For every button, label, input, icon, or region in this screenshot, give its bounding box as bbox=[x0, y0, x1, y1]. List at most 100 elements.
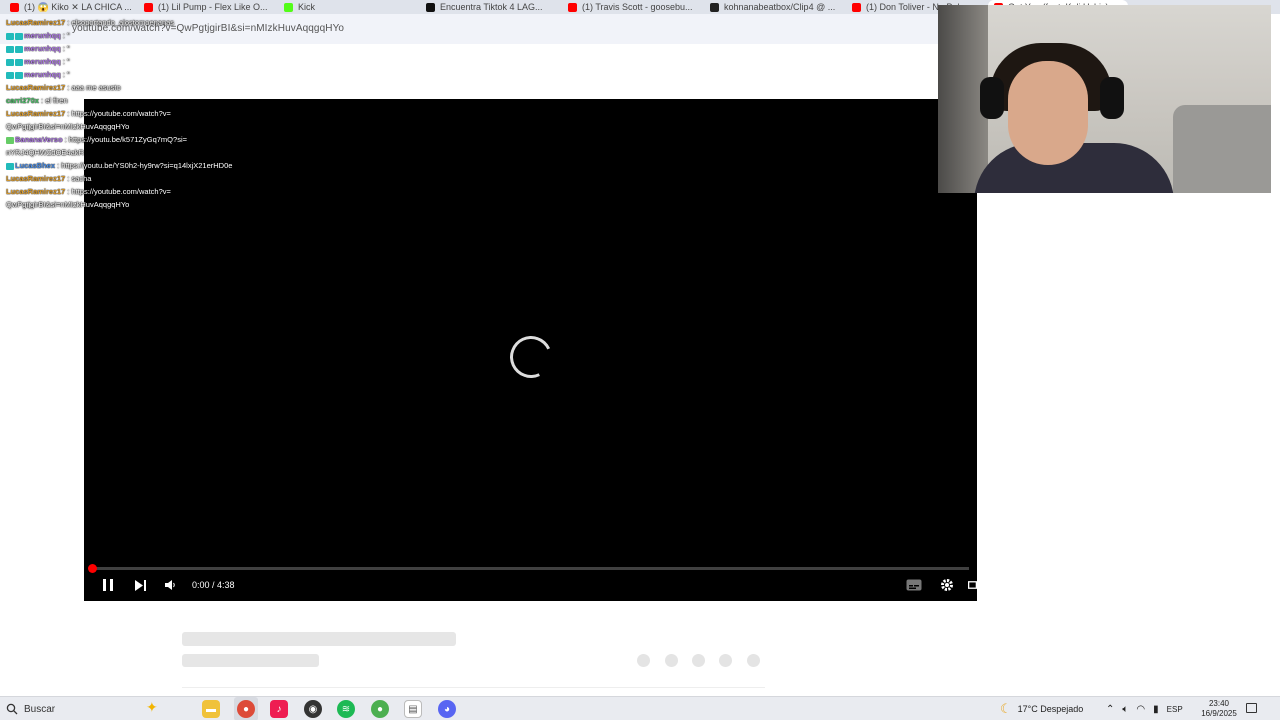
divider bbox=[182, 687, 765, 688]
tab-title: (1) Travis Scott - goosebu... bbox=[582, 2, 693, 12]
file-explorer-icon[interactable]: ▬ bbox=[202, 700, 220, 718]
tiktok-icon bbox=[426, 2, 435, 12]
weather-widget[interactable]: ☾ 17°C Despejado bbox=[1000, 697, 1083, 720]
chat-message: merunhqq : " bbox=[6, 68, 306, 81]
chat-username: merunhqq bbox=[24, 70, 61, 79]
next-icon bbox=[134, 579, 146, 591]
language-indicator[interactable]: ESP bbox=[1167, 705, 1183, 714]
chat-text: https://youtu.be/YS0h2-hy9rw?si=q14lxjX2… bbox=[61, 161, 233, 170]
chevron-up-icon[interactable]: ⌃ bbox=[1106, 704, 1114, 715]
chat-text: " bbox=[66, 57, 70, 66]
chat-username: carri270x bbox=[6, 96, 39, 105]
stream-chat-overlay: LucasRamirez17 : elsoportando_alostomoen… bbox=[6, 16, 306, 211]
chat-text: " bbox=[66, 70, 70, 79]
headset-icon bbox=[1100, 77, 1124, 119]
chat-message: merunhqq : " bbox=[6, 55, 306, 68]
pause-button[interactable] bbox=[100, 575, 116, 595]
scrubber-handle[interactable] bbox=[88, 564, 97, 573]
badge-icon bbox=[15, 45, 23, 53]
github-icon bbox=[710, 2, 719, 12]
clock-date: 16/9/2025 bbox=[1201, 709, 1237, 718]
next-button[interactable] bbox=[132, 575, 148, 595]
chat-username: LucasRamirez17 bbox=[6, 187, 66, 196]
browser-tab[interactable]: Encuentra Tiktok 4 LAG... bbox=[420, 0, 560, 14]
tab-title: kohnanabeatbox/Clip4 @ ... bbox=[724, 2, 836, 12]
chat-username: LucasRamirez17 bbox=[6, 174, 66, 183]
chat-username: BananaVerso bbox=[15, 135, 63, 144]
chat-username: merunhqq bbox=[24, 31, 61, 40]
webcam-chair bbox=[1173, 105, 1271, 193]
title-skeleton bbox=[182, 632, 456, 646]
chat-message: LucasRamirez17 : aaa me asusto bbox=[6, 83, 121, 92]
windows-taskbar: Buscar ✦ ▬ ● ♪ ◉ ≋ ● ▤ ◕ ☾ 17°C Despejad… bbox=[0, 696, 1280, 720]
chat-text: aaa me asusto bbox=[71, 83, 121, 92]
headset-icon bbox=[980, 77, 1004, 119]
action-skeleton bbox=[692, 654, 705, 667]
pause-icon bbox=[103, 579, 113, 591]
copilot-sparkle-icon: ✦ bbox=[146, 699, 158, 715]
taskbar-search[interactable]: Buscar ✦ bbox=[0, 697, 192, 720]
progress-bar[interactable] bbox=[92, 567, 969, 570]
chat-text: elsoportando_alostomoenanas bbox=[71, 18, 175, 27]
microphone-icon[interactable]: ▮ bbox=[1153, 704, 1159, 715]
wifi-icon[interactable]: ◠ bbox=[1136, 704, 1145, 715]
discord-icon[interactable]: ◕ bbox=[438, 700, 456, 718]
tab-title: Encuentra Tiktok 4 LAG... bbox=[440, 2, 543, 12]
action-skeleton bbox=[719, 654, 732, 667]
kick-icon bbox=[284, 2, 293, 12]
chat-message: LucasBhex : https://youtu.be/YS0h2-hy9rw… bbox=[6, 159, 306, 172]
badge-icon bbox=[6, 71, 14, 79]
volume-icon[interactable]: 🔈︎ bbox=[1122, 704, 1128, 715]
search-icon bbox=[6, 703, 18, 715]
document-icon[interactable]: ▤ bbox=[404, 700, 422, 718]
time-display: 0:00 / 4:38 bbox=[192, 580, 235, 590]
fullscreen-icon bbox=[968, 581, 977, 589]
chat-username: merunhqq bbox=[24, 57, 61, 66]
webcam-overlay bbox=[938, 5, 1271, 193]
system-tray: ⌃ 🔈︎ ◠ ▮ ESP bbox=[1106, 697, 1183, 720]
notifications-icon[interactable] bbox=[1246, 703, 1257, 713]
chat-username: merunhqq bbox=[24, 44, 61, 53]
badge-icon bbox=[6, 32, 14, 40]
chat-text: " bbox=[66, 44, 70, 53]
chat-text: el firen bbox=[45, 96, 68, 105]
tiktok-icon[interactable]: ♪ bbox=[270, 700, 288, 718]
browser-tab[interactable]: (1) 😱 Kiko ✕ LA CHICA ... bbox=[4, 0, 134, 14]
action-skeleton bbox=[665, 654, 678, 667]
youtube-icon bbox=[10, 2, 19, 12]
clock[interactable]: 23:40 16/9/2025 bbox=[1194, 699, 1244, 719]
badge-icon bbox=[6, 45, 14, 53]
youtube-icon bbox=[568, 2, 577, 12]
browser-tab[interactable]: kohnanabeatbox/Clip4 @ ... bbox=[704, 0, 844, 14]
moon-icon: ☾ bbox=[1000, 701, 1012, 716]
chat-message: merunhqq : " bbox=[6, 42, 306, 55]
subtitles-icon bbox=[906, 579, 922, 591]
chat-message: LucasRamirez17 : https://youtube.com/wat… bbox=[6, 109, 171, 131]
obs-icon[interactable]: ◉ bbox=[304, 700, 322, 718]
browser-tab[interactable]: (1) Lil Pump - Flex Like O... bbox=[138, 0, 273, 14]
youtube-icon bbox=[852, 2, 861, 12]
browser-tab[interactable]: Kick bbox=[278, 0, 413, 14]
spotify-icon[interactable]: ≋ bbox=[337, 700, 355, 718]
chat-text: sacha bbox=[71, 174, 92, 183]
tab-title: Kick bbox=[298, 2, 316, 12]
browser-tab[interactable]: (1) Travis Scott - goosebu... bbox=[562, 0, 702, 14]
chat-username: LucasRamirez17 bbox=[6, 83, 66, 92]
chat-username: LucasRamirez17 bbox=[6, 109, 66, 118]
settings-button[interactable] bbox=[937, 575, 957, 595]
badge-icon bbox=[6, 136, 14, 144]
volume-button[interactable] bbox=[162, 575, 178, 595]
clock-time: 23:40 bbox=[1208, 699, 1230, 708]
tab-title: (1) 😱 Kiko ✕ LA CHICA ... bbox=[24, 1, 132, 12]
chat-username: LucasRamirez17 bbox=[6, 18, 66, 27]
chat-text: " bbox=[66, 31, 70, 40]
chat-message: merunhqq : " bbox=[6, 29, 306, 42]
chrome-icon[interactable]: ● bbox=[237, 700, 255, 718]
chat-message: BananaVerso : https://youtu.be/k571ZyGq7… bbox=[6, 135, 187, 157]
badge-icon bbox=[15, 32, 23, 40]
fullscreen-button[interactable] bbox=[968, 575, 977, 595]
subtitles-button[interactable] bbox=[904, 575, 924, 595]
chrome-profile-icon[interactable]: ● bbox=[371, 700, 389, 718]
subtitle-skeleton bbox=[182, 654, 319, 667]
badge-icon bbox=[15, 58, 23, 66]
